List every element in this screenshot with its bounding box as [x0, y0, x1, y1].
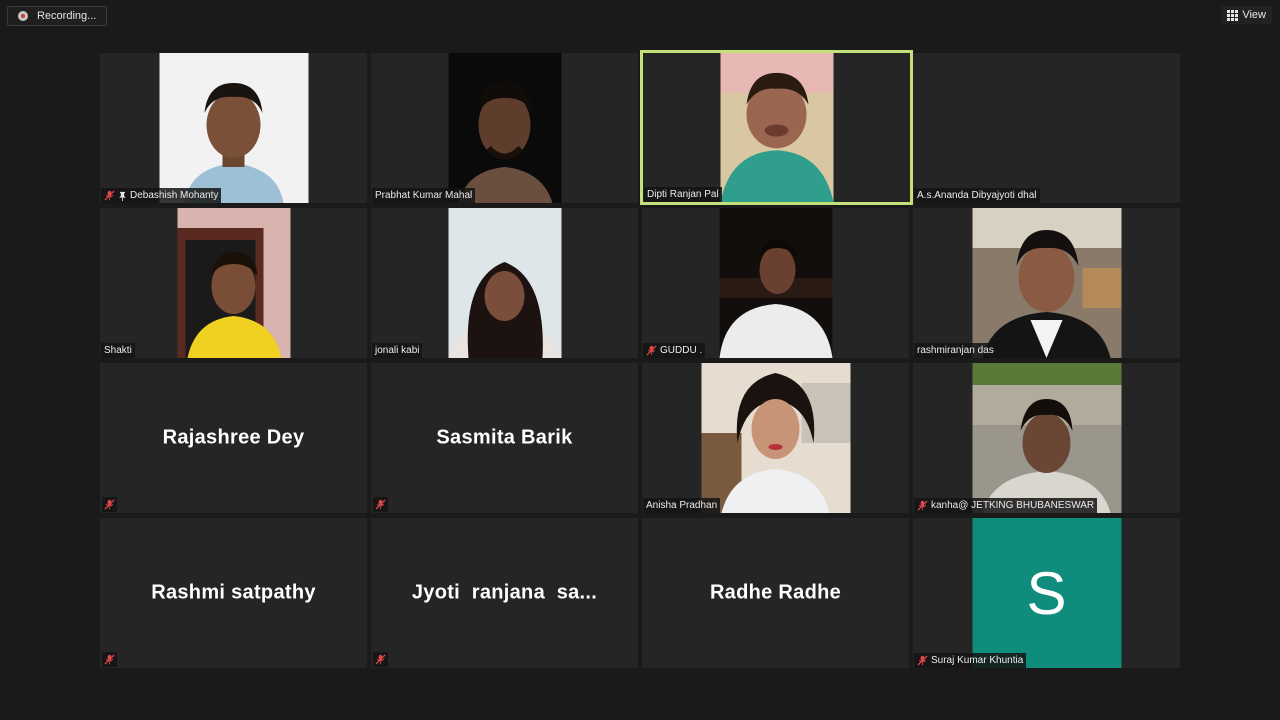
participant-name-label: GUDDU .	[643, 343, 706, 358]
participant-name-label: Debashish Mohanty	[101, 188, 222, 203]
participant-video	[159, 53, 308, 203]
mic-off-icon	[917, 500, 928, 511]
participant-display-name: Rajashree Dey	[162, 426, 305, 449]
participant-tile[interactable]: rashmiranjan das	[913, 208, 1180, 358]
grid-view-icon	[1227, 9, 1239, 21]
participant-video	[972, 208, 1121, 358]
participant-video	[448, 53, 561, 203]
pin-icon	[119, 191, 126, 201]
participant-name-label: kanha@ JETKING BHUBANESWAR	[914, 498, 1098, 513]
participant-tile-active-speaker[interactable]: Dipti Ranjan Pal	[640, 50, 913, 205]
participant-tile[interactable]: Debashish Mohanty	[100, 53, 367, 203]
participant-tile[interactable]: Shakti	[100, 208, 367, 358]
participant-name-label: Shakti	[101, 343, 135, 358]
recording-indicator[interactable]: Recording...	[7, 6, 107, 26]
recording-label: Recording...	[37, 10, 97, 22]
participant-display-name: Rashmi satpathy	[151, 581, 316, 604]
participant-video	[720, 53, 833, 202]
participant-tile[interactable]: Jyoti ranjana sa...	[371, 518, 638, 668]
mic-off-icon	[917, 655, 928, 666]
participant-video	[177, 208, 290, 358]
view-button[interactable]: View	[1221, 6, 1272, 24]
participant-name-label: jonali kabi	[372, 343, 423, 358]
participant-tile[interactable]: Prabhat Kumar Mahal	[371, 53, 638, 203]
participant-tile[interactable]: S Suraj Kumar Khuntia	[913, 518, 1180, 668]
participant-display-name: Radhe Radhe	[709, 581, 842, 604]
mic-off-icon	[102, 497, 117, 512]
participant-tile[interactable]: Anisha Pradhan	[642, 363, 909, 513]
participant-tile[interactable]: kanha@ JETKING BHUBANESWAR	[913, 363, 1180, 513]
mic-off-icon	[646, 345, 657, 356]
participant-name-label: Suraj Kumar Khuntia	[914, 653, 1027, 668]
mic-off-icon	[373, 497, 388, 512]
mic-off-icon	[102, 652, 117, 667]
participant-tile[interactable]: Rashmi satpathy	[100, 518, 367, 668]
participant-name-label: Dipti Ranjan Pal	[644, 187, 722, 202]
participant-video	[701, 363, 850, 513]
participant-video	[972, 363, 1121, 513]
view-label: View	[1242, 9, 1266, 21]
participant-display-name: Sasmita Barik	[436, 426, 573, 449]
participant-name-label: Prabhat Kumar Mahal	[372, 188, 476, 203]
participant-tile[interactable]: Sasmita Barik	[371, 363, 638, 513]
participant-name-label: Anisha Pradhan	[643, 498, 721, 513]
participant-video	[719, 208, 832, 358]
participant-video	[448, 208, 561, 358]
participant-tile[interactable]: Radhe Radhe	[642, 518, 909, 668]
participant-avatar: S	[972, 518, 1121, 668]
participant-tile[interactable]: Rajashree Dey	[100, 363, 367, 513]
participant-tile[interactable]: GUDDU .	[642, 208, 909, 358]
participant-tile[interactable]: A.s.Ananda Dibyajyoti dhal	[913, 53, 1180, 203]
participant-name-label: rashmiranjan das	[914, 343, 997, 358]
record-icon	[18, 11, 28, 21]
participant-display-name: Jyoti ranjana sa...	[411, 581, 598, 604]
mic-off-icon	[373, 652, 388, 667]
participant-name-label: A.s.Ananda Dibyajyoti dhal	[914, 188, 1040, 203]
participant-tile[interactable]: jonali kabi	[371, 208, 638, 358]
mic-off-icon	[104, 190, 115, 201]
